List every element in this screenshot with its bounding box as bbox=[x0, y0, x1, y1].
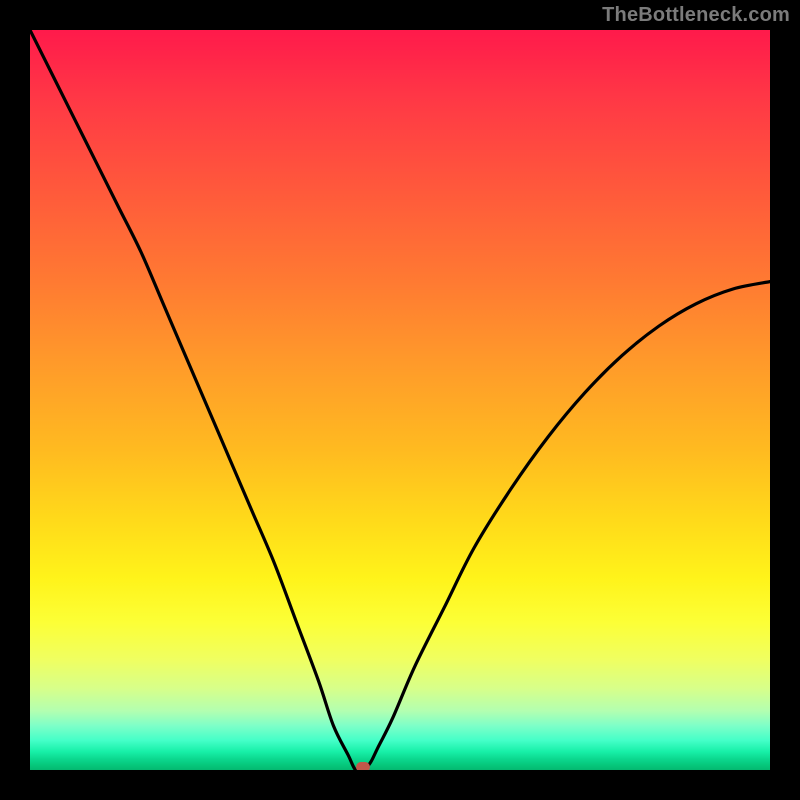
chart-frame: TheBottleneck.com bbox=[0, 0, 800, 800]
plot-area bbox=[30, 30, 770, 770]
minimum-marker bbox=[356, 762, 370, 770]
watermark-text: TheBottleneck.com bbox=[602, 4, 790, 27]
bottleneck-curve bbox=[30, 30, 770, 770]
